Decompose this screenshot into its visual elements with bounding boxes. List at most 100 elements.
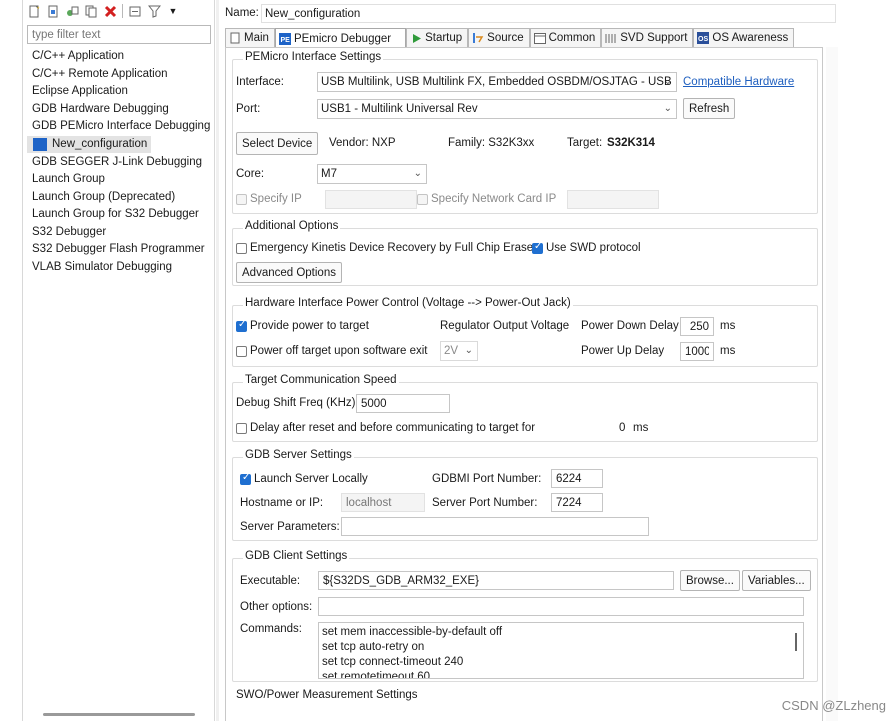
config-item[interactable]: VLAB Simulator Debugging <box>27 259 213 277</box>
startup-play-icon <box>410 32 422 44</box>
provide-power-label: Provide power to target <box>250 320 369 332</box>
pemicro-tab-content: PEMicro Interface Settings Interface: US… <box>225 47 823 721</box>
config-item[interactable]: S32 Debugger Flash Programmer <box>27 241 213 259</box>
tab-label: OS Awareness <box>712 32 789 44</box>
watermark-text: CSDN @ZLzheng <box>781 698 886 713</box>
delay-after-reset-checkbox[interactable] <box>236 423 247 434</box>
group-title: Hardware Interface Power Control (Voltag… <box>243 297 573 309</box>
variables-button[interactable]: Variables... <box>742 570 811 591</box>
voltage-select-value: 2V <box>444 345 459 357</box>
tab-startup[interactable]: Startup <box>406 28 469 47</box>
config-item-label: New_configuration <box>52 137 148 150</box>
use-swd-checkbox[interactable] <box>532 241 543 254</box>
ms-unit: ms <box>720 320 736 332</box>
config-item[interactable]: Launch Group for S32 Debugger <box>27 206 213 224</box>
additional-options-group: Additional Options Emergency Kinetis Dev… <box>232 220 818 286</box>
select-device-button[interactable]: Select Device <box>236 132 319 155</box>
specify-ip-label: Specify IP <box>250 193 302 205</box>
voltage-select[interactable]: 2V ⌄ <box>440 341 478 361</box>
config-item[interactable]: GDB SEGGER J-Link Debugging <box>27 154 213 172</box>
svd-icon <box>605 32 617 44</box>
interface-select-value: USB Multilink, USB Multilink FX, Embedde… <box>321 76 672 88</box>
server-port-input[interactable] <box>551 493 603 512</box>
power-off-on-exit-checkbox[interactable] <box>236 346 247 357</box>
tab-source[interactable]: Source <box>468 28 530 47</box>
source-icon <box>472 32 484 44</box>
core-select[interactable]: M7 ⌄ <box>317 164 427 184</box>
executable-input[interactable] <box>318 571 674 590</box>
tab-os-awareness[interactable]: OS OS Awareness <box>693 28 795 47</box>
export-icon[interactable] <box>65 4 79 18</box>
tab-label: Common <box>548 32 596 44</box>
hostname-input[interactable] <box>341 493 425 512</box>
config-item[interactable]: GDB Hardware Debugging <box>27 101 213 119</box>
command-line: set mem inaccessible-by-default off <box>322 626 503 638</box>
hostname-label: Hostname or IP: <box>240 497 324 509</box>
view-menu-chevron-icon[interactable]: ▼ <box>166 4 180 18</box>
new-prototype-icon[interactable] <box>46 4 60 18</box>
gdb-server-group: GDB Server Settings Launch Server Locall… <box>232 449 818 541</box>
group-title: GDB Server Settings <box>243 449 354 461</box>
specify-ip-checkbox[interactable] <box>236 194 247 205</box>
filter-input[interactable] <box>27 25 211 44</box>
delete-icon[interactable] <box>103 4 117 18</box>
config-item[interactable]: Launch Group (Deprecated) <box>27 189 213 207</box>
compatible-hardware-link[interactable]: Compatible Hardware <box>683 76 794 88</box>
specify-network-ip-label: Specify Network Card IP <box>431 193 557 205</box>
filter-icon[interactable] <box>147 4 161 18</box>
refresh-button[interactable]: Refresh <box>683 98 736 119</box>
interface-select[interactable]: USB Multilink, USB Multilink FX, Embedde… <box>317 72 677 92</box>
config-item[interactable]: GDB PEMicro Interface Debugging <box>27 118 213 136</box>
other-options-input[interactable] <box>318 597 804 616</box>
power-down-delay-input[interactable] <box>680 317 714 336</box>
config-item[interactable]: C/C++ Remote Application <box>27 66 213 84</box>
power-control-group: Hardware Interface Power Control (Voltag… <box>232 297 818 367</box>
left-horizontal-scrollbar[interactable] <box>43 713 195 716</box>
emergency-recovery-checkbox[interactable] <box>236 243 247 254</box>
tab-pemicro-debugger[interactable]: PE PEmicro Debugger <box>274 28 407 48</box>
port-select-value: USB1 - Multilink Universal Rev <box>321 103 478 115</box>
config-item[interactable]: Launch Group <box>27 171 213 189</box>
main-tab-icon <box>229 32 241 44</box>
specify-network-ip-checkbox[interactable] <box>417 194 428 205</box>
config-item[interactable]: S32 Debugger <box>27 224 213 242</box>
config-item[interactable]: C/C++ Application <box>27 48 213 66</box>
ms-unit: ms <box>720 345 736 357</box>
name-input[interactable] <box>261 4 836 23</box>
svg-text:OS: OS <box>698 36 708 43</box>
tab-common[interactable]: Common <box>529 28 602 47</box>
gdb-client-group: GDB Client Settings Executable: Browse..… <box>232 550 818 682</box>
tab-main[interactable]: Main <box>225 28 275 47</box>
launch-server-checkbox[interactable] <box>240 472 251 485</box>
commands-scrollbar[interactable] <box>795 633 797 651</box>
chevron-down-icon: ⌄ <box>413 168 422 179</box>
power-up-delay-input[interactable] <box>680 342 714 361</box>
vendor-text: Vendor: NXP <box>329 137 396 149</box>
commands-lines: set mem inaccessible-by-default off set … <box>319 623 803 678</box>
debug-shift-freq-input[interactable] <box>356 394 450 413</box>
duplicate-icon[interactable] <box>84 4 98 18</box>
config-item[interactable]: Eclipse Application <box>27 83 213 101</box>
new-config-icon[interactable]: * <box>27 4 41 18</box>
config-item-label: GDB Hardware Debugging <box>32 102 169 115</box>
server-port-label: Server Port Number: <box>432 497 538 509</box>
collapse-all-icon[interactable] <box>128 4 142 18</box>
commands-textarea[interactable]: set mem inaccessible-by-default off set … <box>318 622 804 679</box>
command-line: set tcp connect-timeout 240 <box>322 656 464 668</box>
server-params-input[interactable] <box>341 517 649 536</box>
advanced-options-button[interactable]: Advanced Options <box>236 262 342 283</box>
vertical-scrollbar[interactable] <box>826 47 838 721</box>
gdbmi-port-input[interactable] <box>551 469 603 488</box>
svg-text:PE: PE <box>280 37 290 44</box>
debug-shift-freq-label: Debug Shift Freq (KHz) <box>236 397 356 409</box>
config-item-selected[interactable]: New_configuration <box>27 135 152 153</box>
config-editor-pane: Name: Main PE PEmicro Debugger Startup S… <box>219 0 845 721</box>
port-select[interactable]: USB1 - Multilink Universal Rev ⌄ <box>317 99 677 119</box>
tab-svd-support[interactable]: SVD Support <box>601 28 694 47</box>
provide-power-checkbox[interactable] <box>236 319 247 332</box>
ip-input[interactable] <box>325 190 417 209</box>
swo-group-title: SWO/Power Measurement Settings <box>236 689 418 701</box>
browse-button[interactable]: Browse... <box>680 570 740 591</box>
tab-label: SVD Support <box>620 32 688 44</box>
network-ip-input[interactable] <box>567 190 659 209</box>
